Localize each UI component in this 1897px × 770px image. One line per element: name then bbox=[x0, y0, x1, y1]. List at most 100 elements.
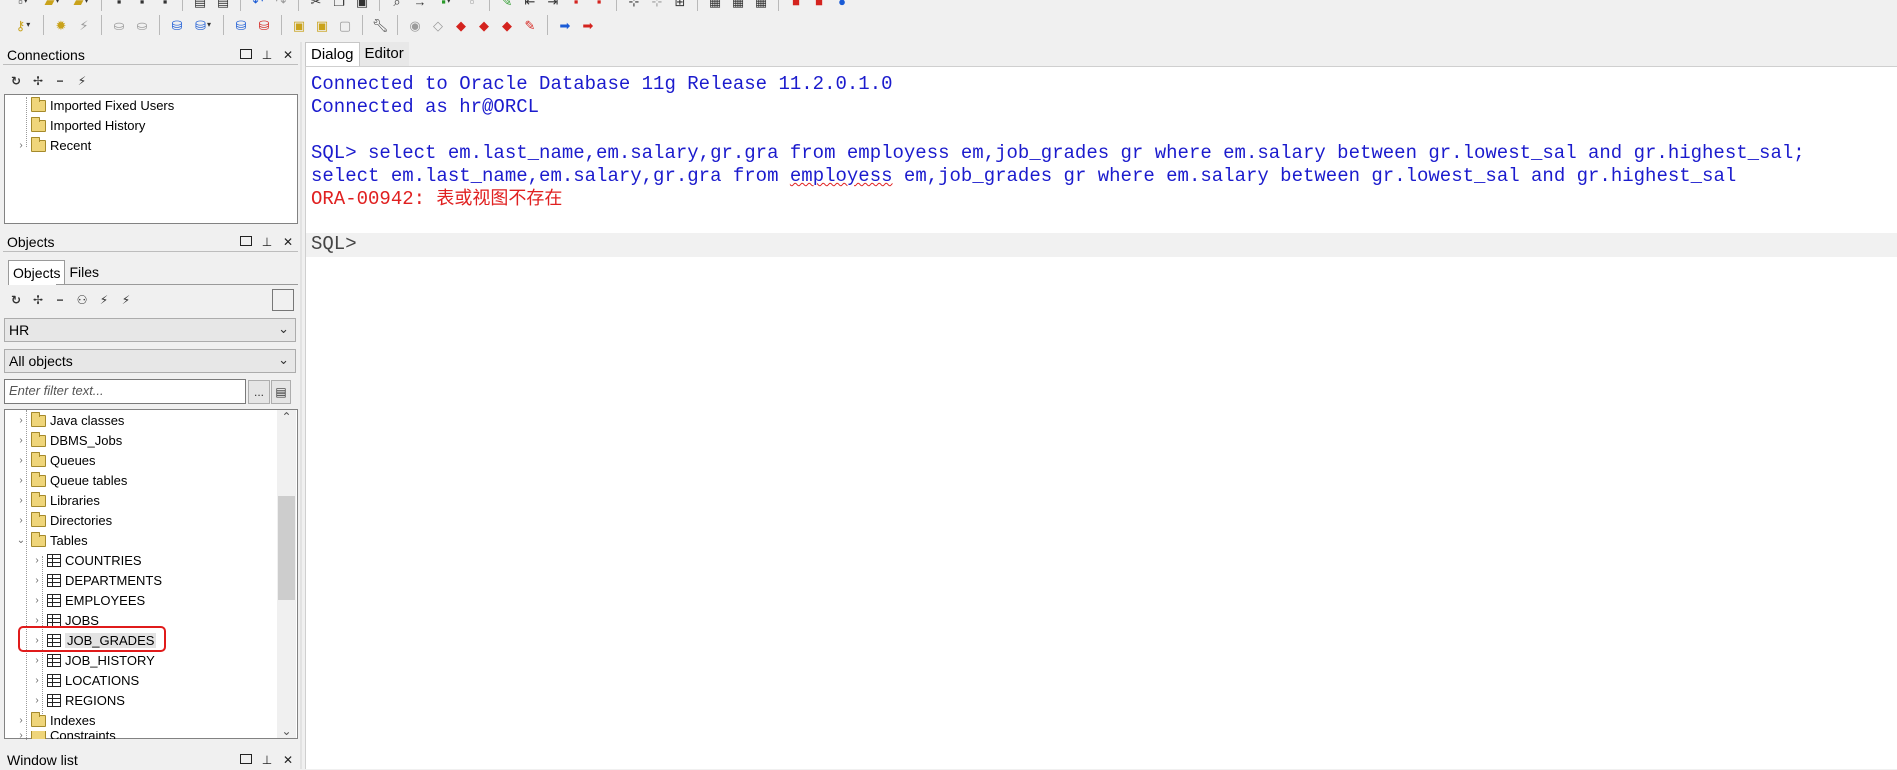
remove-icon[interactable]: − bbox=[54, 293, 66, 307]
window-grid-icon[interactable]: ▦ bbox=[751, 0, 771, 11]
debug-step-icon[interactable]: ◆ bbox=[474, 15, 494, 35]
chevron-right-icon[interactable]: › bbox=[31, 615, 43, 626]
chevron-right-icon[interactable]: › bbox=[31, 695, 43, 706]
prompt-row[interactable]: SQL> bbox=[306, 233, 1897, 257]
tree-item-countries[interactable]: › COUNTRIES bbox=[31, 551, 141, 570]
debug-over-icon[interactable]: ◆ bbox=[497, 15, 517, 35]
outdent-icon[interactable]: ⇥ bbox=[543, 0, 563, 11]
filter-input[interactable]: Enter filter text... bbox=[4, 379, 246, 404]
chevron-right-icon[interactable]: › bbox=[15, 715, 27, 726]
settings-icon[interactable]: ✹ bbox=[51, 15, 71, 35]
database-icon[interactable]: ⛁ bbox=[167, 15, 187, 35]
database-gray-2-icon[interactable]: ⛀ bbox=[132, 15, 152, 35]
tree-item-regions[interactable]: › REGIONS bbox=[31, 691, 125, 710]
chevron-right-icon[interactable]: › bbox=[15, 455, 27, 466]
export-icon[interactable]: ▪ ▾ bbox=[433, 0, 459, 11]
chevron-right-icon[interactable]: › bbox=[15, 475, 27, 486]
comment-icon[interactable]: ▪ bbox=[566, 0, 586, 11]
tree-item-directories[interactable]: › Directories bbox=[15, 511, 112, 530]
undo-icon[interactable]: ↶ bbox=[248, 0, 268, 11]
tree-item-imported-history[interactable]: Imported History bbox=[15, 116, 145, 135]
objects-tree-scrollbar[interactable]: ⌃ ⌄ bbox=[277, 410, 296, 738]
scrollbar-thumb[interactable] bbox=[278, 496, 295, 600]
window-tile-icon[interactable]: ▦ bbox=[705, 0, 725, 11]
disabled-icon[interactable]: ▫ bbox=[462, 0, 482, 11]
tab-dialog[interactable]: Dialog bbox=[305, 42, 360, 66]
add-icon[interactable]: ✢ bbox=[32, 74, 44, 88]
object-type-select[interactable]: All objects ⌄ bbox=[4, 349, 296, 373]
back-arrow-icon[interactable]: ➡ bbox=[555, 15, 575, 35]
cut-icon[interactable]: ✂ bbox=[306, 0, 326, 11]
pdf-icon[interactable]: ■ bbox=[809, 0, 829, 11]
rollback-icon[interactable]: ▣ bbox=[312, 15, 332, 35]
uncomment-icon[interactable]: ▪ bbox=[589, 0, 609, 11]
tree-item-locations[interactable]: › LOCATIONS bbox=[31, 671, 139, 690]
close-icon[interactable]: ✕ bbox=[282, 235, 294, 249]
chevron-right-icon[interactable]: › bbox=[15, 495, 27, 506]
tab-objects[interactable]: Objects bbox=[8, 260, 66, 285]
chevron-right-icon[interactable]: › bbox=[31, 555, 43, 566]
tree-item-indexes[interactable]: › Indexes bbox=[15, 711, 96, 730]
tree-item-queues[interactable]: › Queues bbox=[15, 451, 96, 470]
chevron-right-icon[interactable]: › bbox=[15, 515, 27, 526]
filter-clear-button[interactable]: ▤ bbox=[271, 380, 291, 404]
refresh-icon[interactable]: ↻ bbox=[10, 293, 22, 307]
disconnect-icon[interactable]: ⛁ bbox=[254, 15, 274, 35]
tree-item-dbms-jobs[interactable]: › DBMS_Jobs bbox=[15, 431, 122, 450]
sql-icon[interactable]: ⛁ ▾ bbox=[190, 15, 216, 35]
tree-item-imported-fixed-users[interactable]: Imported Fixed Users bbox=[15, 96, 174, 115]
save-icon[interactable]: ▪ bbox=[109, 0, 129, 11]
tree-item-constraints[interactable]: › Constraints bbox=[15, 731, 116, 739]
bug-icon[interactable]: ◉ bbox=[405, 15, 425, 35]
add-icon[interactable]: ✢ bbox=[32, 293, 44, 307]
tab-editor[interactable]: Editor bbox=[359, 42, 409, 66]
close-icon[interactable]: ✕ bbox=[282, 48, 294, 62]
binoculars-icon[interactable]: ⚇ bbox=[76, 293, 88, 307]
tree-item-departments[interactable]: › DEPARTMENTS bbox=[31, 571, 162, 590]
disabled-tool-icon[interactable]: ⊹ bbox=[647, 0, 667, 11]
open-icon[interactable]: ▰ ▾ bbox=[39, 0, 65, 11]
new-icon[interactable]: ▫ ▾ bbox=[10, 0, 36, 11]
maximize-icon[interactable] bbox=[240, 48, 252, 62]
print-icon[interactable]: ▪ bbox=[155, 0, 175, 11]
close-icon[interactable]: ✕ bbox=[282, 753, 294, 767]
color-button[interactable] bbox=[272, 289, 294, 311]
tree-item-employees[interactable]: › EMPLOYEES bbox=[31, 591, 145, 610]
paste-icon[interactable]: ▣ bbox=[352, 0, 372, 11]
edit-icon[interactable]: ✎ bbox=[497, 0, 517, 11]
schema-select[interactable]: HR ⌄ bbox=[4, 318, 296, 342]
maximize-icon[interactable] bbox=[240, 753, 252, 767]
refresh-icon[interactable]: ↻ bbox=[10, 74, 22, 88]
run-icon[interactable]: ⚡ bbox=[74, 15, 94, 35]
debug-red-icon[interactable]: ◆ bbox=[451, 15, 471, 35]
commit-icon[interactable]: ▣ bbox=[289, 15, 309, 35]
pin-icon[interactable]: ⊥ bbox=[261, 753, 273, 767]
chevron-down-icon[interactable]: ⌄ bbox=[15, 535, 27, 546]
stop-icon[interactable]: ■ bbox=[786, 0, 806, 11]
copy-icon[interactable]: ❐ bbox=[329, 0, 349, 11]
layout-icon[interactable]: ▤ bbox=[190, 0, 210, 11]
maximize-icon[interactable] bbox=[240, 235, 252, 249]
pin-icon[interactable]: ⊥ bbox=[261, 48, 273, 62]
chevron-right-icon[interactable]: › bbox=[15, 435, 27, 446]
chevron-right-icon[interactable]: › bbox=[31, 655, 43, 666]
tree-item-recent[interactable]: › Recent bbox=[15, 136, 91, 155]
remove-icon[interactable]: − bbox=[54, 74, 66, 88]
tree-item-job-history[interactable]: › JOB_HISTORY bbox=[31, 651, 155, 670]
edit-filter-icon[interactable]: ⚡ bbox=[76, 74, 88, 88]
chevron-down-icon[interactable]: ⌄ bbox=[277, 724, 296, 738]
save-all-icon[interactable]: ▪ bbox=[132, 0, 152, 11]
chevron-right-icon[interactable]: › bbox=[31, 575, 43, 586]
debug-out-icon[interactable]: ✎ bbox=[520, 15, 540, 35]
chevron-right-icon[interactable]: › bbox=[15, 415, 27, 426]
tree-item-queue-tables[interactable]: › Queue tables bbox=[15, 471, 127, 490]
panel-splitter[interactable] bbox=[300, 42, 302, 769]
dialog-output[interactable]: Connected to Oracle Database 11g Release… bbox=[305, 66, 1897, 769]
tree-item-tables[interactable]: ⌄ Tables bbox=[15, 531, 88, 550]
filter-options-button[interactable]: ... bbox=[248, 380, 270, 404]
wrench-icon[interactable]: 🔧︎ bbox=[370, 15, 390, 35]
chevron-right-icon[interactable]: › bbox=[31, 675, 43, 686]
chevron-up-icon[interactable]: ⌃ bbox=[277, 410, 296, 424]
key-icon[interactable]: ⚷ ▾ bbox=[10, 15, 36, 35]
filter-icon[interactable]: ⚡ bbox=[98, 293, 110, 307]
